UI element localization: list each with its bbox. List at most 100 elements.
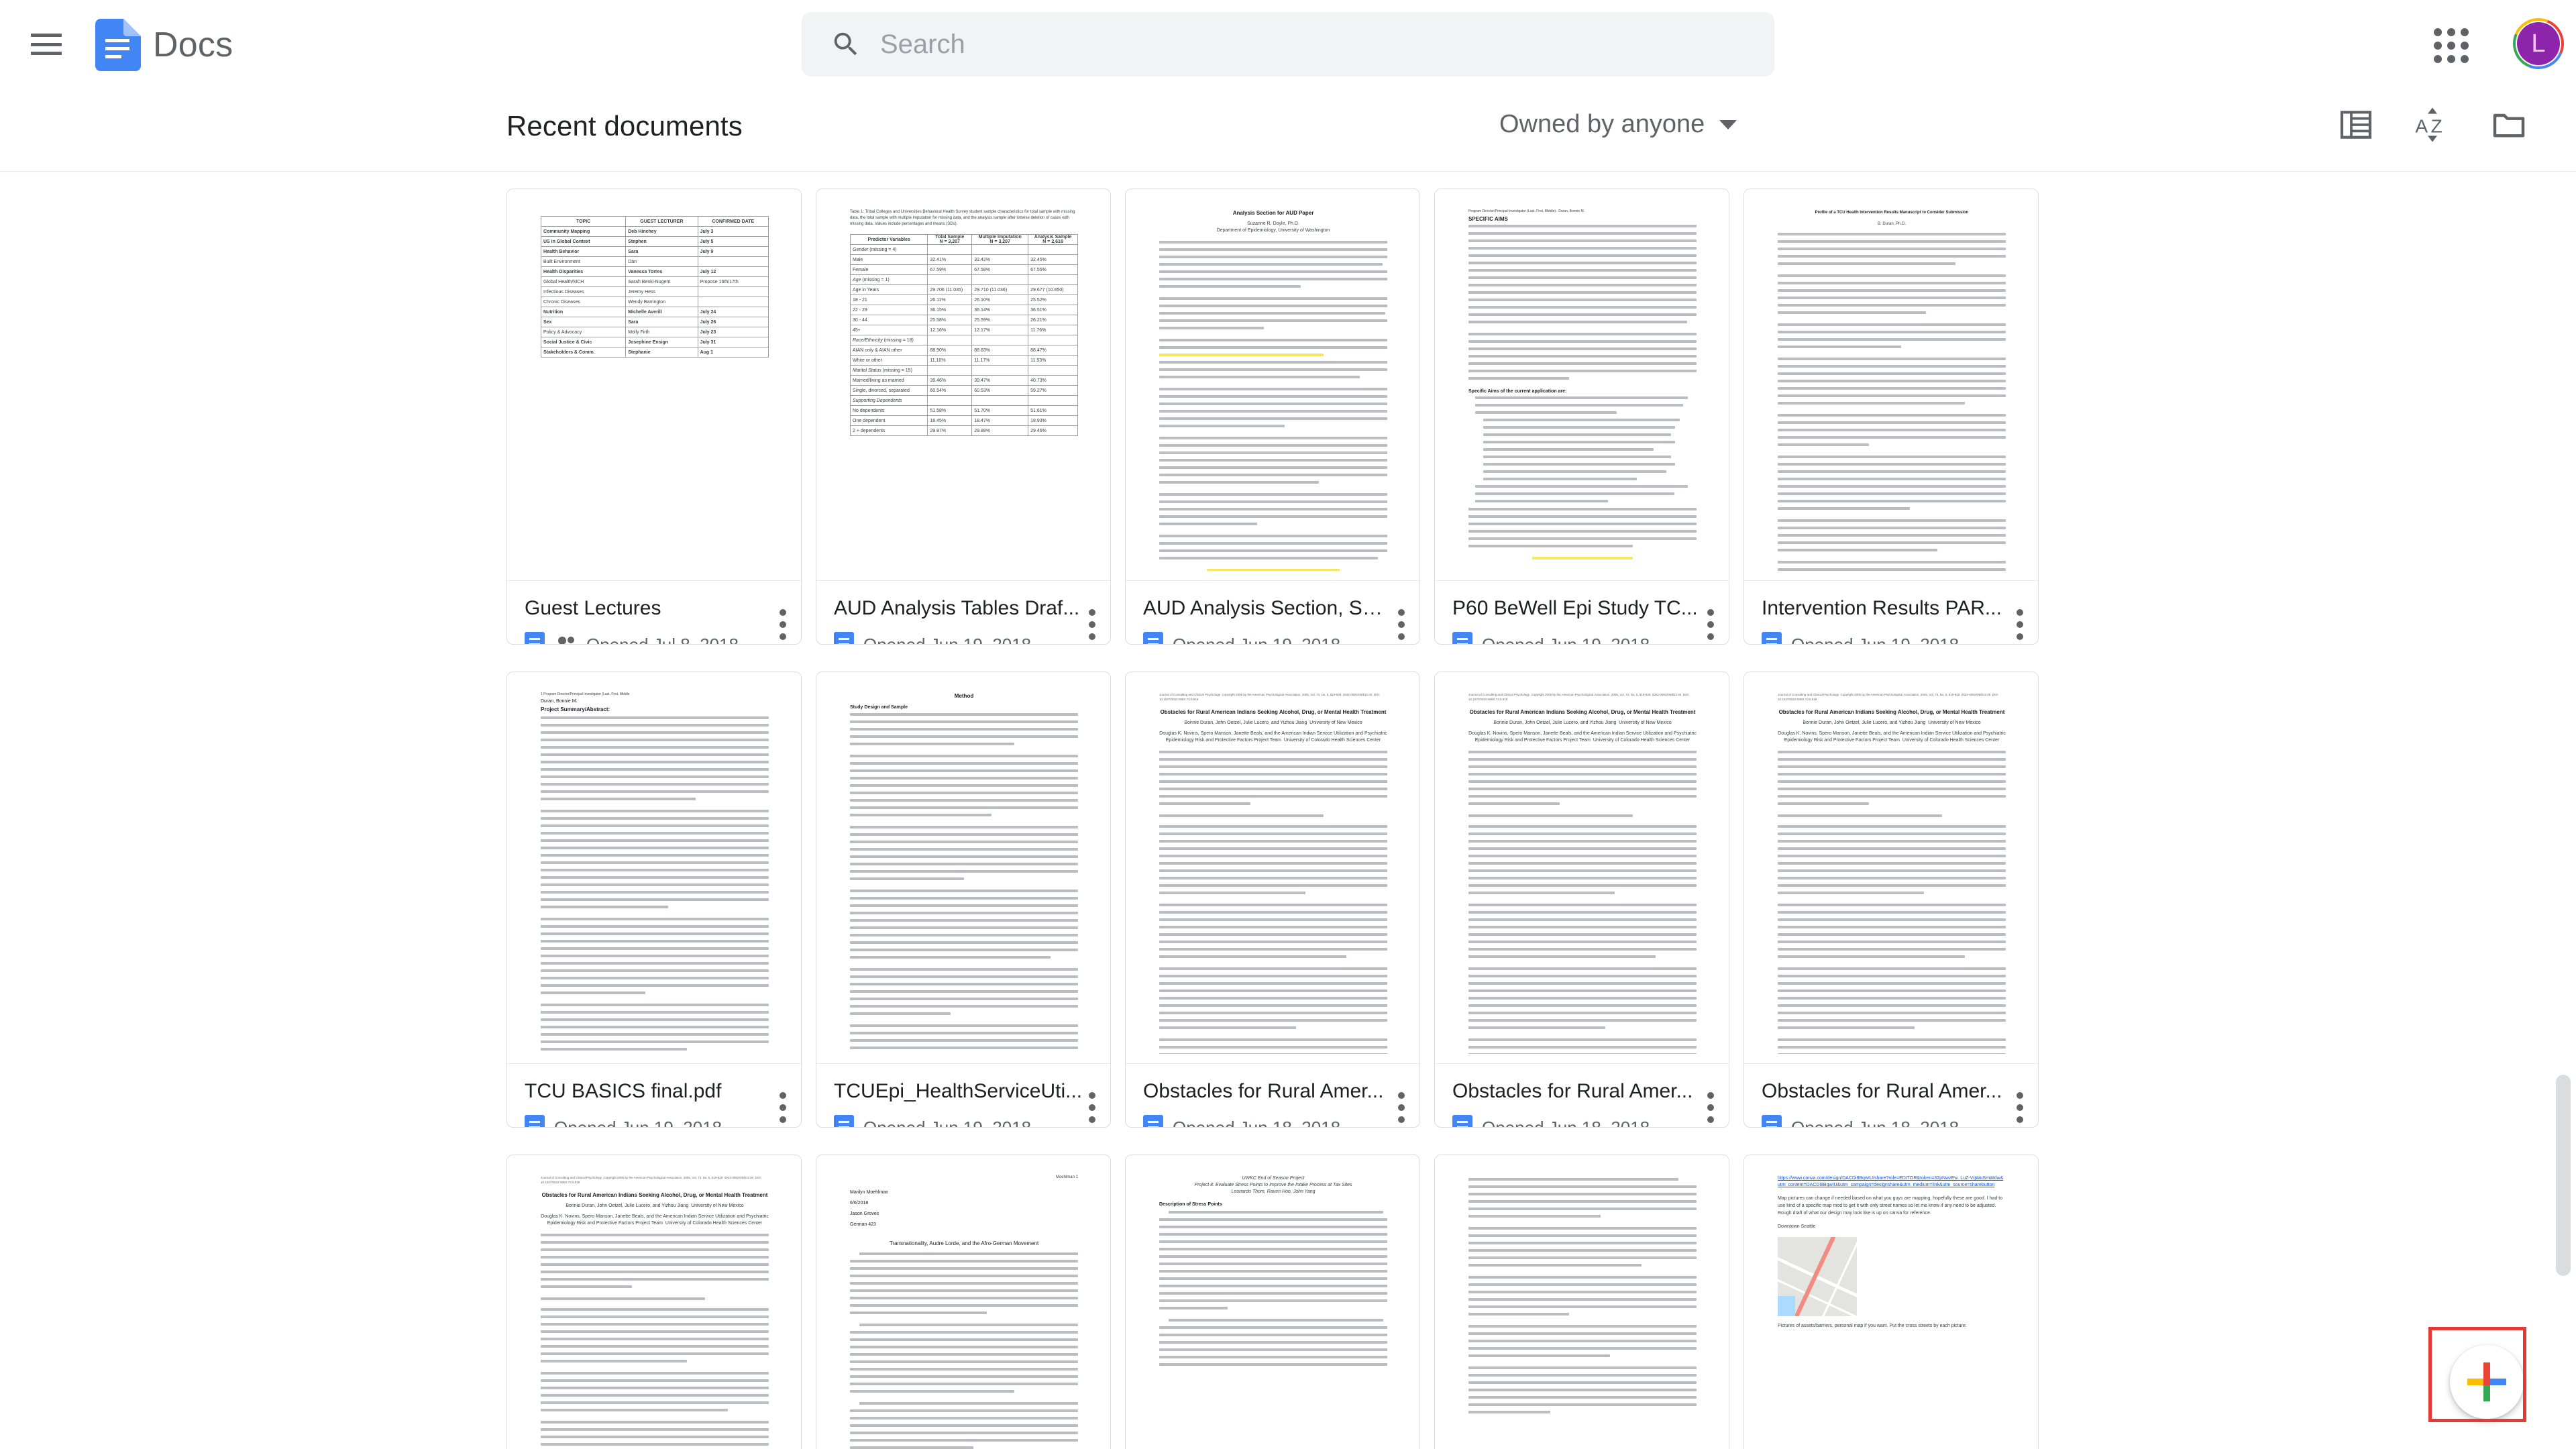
document-opened-date: Opened Jun 18, 2018: [1173, 1118, 1340, 1128]
document-title: Intervention Results PAR...: [1762, 596, 2011, 621]
document-opened-date: Opened Jun 19, 2018: [863, 1118, 1031, 1128]
document-thumbnail: Moehlman 1 Marilyn Moehlman6/6/2018Jason…: [816, 1155, 1110, 1449]
document-title: TCUEpi_HealthServiceUti...: [834, 1079, 1083, 1104]
document-more-options-button[interactable]: [1398, 1092, 1405, 1123]
toolbar-icon-group: A Z: [2337, 106, 2528, 144]
document-more-options-button[interactable]: [1707, 609, 1714, 640]
sort-az-icon[interactable]: A Z: [2414, 106, 2451, 144]
docs-file-icon: [525, 632, 545, 645]
owner-filter-dropdown[interactable]: Owned by anyone: [1499, 110, 1737, 139]
document-opened-date: Opened Jun 19, 2018: [1482, 635, 1650, 645]
document-title: Guest Lectures: [525, 596, 774, 621]
list-view-icon[interactable]: [2337, 106, 2375, 144]
document-card-footer: AUD Analysis Tables Draf... Opened Jun 1…: [816, 581, 1110, 645]
document-thumbnail: Journal of Consulting and Clinical Psych…: [1744, 672, 2038, 1064]
document-meta: Opened Jul 8, 2018: [525, 632, 785, 645]
document-title: AUD Analysis Section, SR...: [1143, 596, 1393, 621]
apps-grid-icon[interactable]: [2434, 28, 2469, 63]
document-card[interactable]: Journal of Consulting and Clinical Psych…: [1125, 672, 1420, 1128]
document-more-options-button[interactable]: [780, 609, 786, 640]
document-card-footer: P60 BeWell Epi Study TC... Opened Jun 19…: [1435, 581, 1729, 645]
account-avatar[interactable]: L: [2512, 17, 2565, 70]
document-title: Obstacles for Rural Amer...: [1762, 1079, 2011, 1104]
chevron-down-icon: [1719, 120, 1737, 129]
app-name: Docs: [153, 20, 233, 70]
search-input[interactable]: [880, 24, 1685, 64]
document-card[interactable]: [1434, 1155, 1729, 1449]
document-more-options-button[interactable]: [1089, 1092, 1095, 1123]
document-thumbnail: Table 1: Tribal Colleges and Universitie…: [816, 189, 1110, 581]
document-thumbnail: [1435, 1155, 1729, 1449]
document-more-options-button[interactable]: [1089, 609, 1095, 640]
document-card[interactable]: 1 Program Director/Principal Investigato…: [506, 672, 802, 1128]
docs-file-icon: [525, 1115, 545, 1128]
docs-file-icon: [1143, 1115, 1163, 1128]
document-card[interactable]: Moehlman 1 Marilyn Moehlman6/6/2018Jason…: [816, 1155, 1111, 1449]
document-thumbnail: Journal of Consulting and Clinical Psych…: [507, 1155, 801, 1449]
shared-people-icon: [554, 635, 577, 645]
thumbnail-paragraph: Map pictures can change if needed based …: [1778, 1195, 2006, 1217]
svg-text:A: A: [2415, 116, 2428, 137]
document-thumbnail: Program Director/Principal Investigator …: [1435, 189, 1729, 581]
scrollbar-thumb[interactable]: [2556, 1075, 2571, 1276]
document-card-footer: TCU BASICS final.pdf Opened Jun 19, 2018: [507, 1064, 801, 1128]
document-card[interactable]: https://www.canva.com/design/DACDi8BqwIU…: [1743, 1155, 2039, 1449]
document-card[interactable]: TOPICGUEST LECTURERCONFIRMED DATE Commun…: [506, 189, 802, 645]
docs-file-icon: [1143, 632, 1163, 645]
document-card[interactable]: UWKC End of Season Project Project 8: Ev…: [1125, 1155, 1420, 1449]
document-opened-date: Opened Jun 18, 2018: [1482, 1118, 1650, 1128]
search-bar[interactable]: [802, 12, 1774, 76]
document-meta: Opened Jun 19, 2018: [1143, 632, 1403, 645]
document-card[interactable]: Profile of a TCU Health Intervention Res…: [1743, 189, 2039, 645]
thumbnail-table: TOPICGUEST LECTURERCONFIRMED DATE Commun…: [541, 216, 769, 358]
document-more-options-button[interactable]: [780, 1092, 786, 1123]
document-thumbnail: Journal of Consulting and Clinical Psych…: [1126, 672, 1419, 1064]
document-card-footer: Obstacles for Rural Amer... Opened Jun 1…: [1435, 1064, 1729, 1128]
docs-file-icon: [834, 632, 854, 645]
document-thumbnail: TOPICGUEST LECTURERCONFIRMED DATE Commun…: [507, 189, 801, 581]
documents-grid: TOPICGUEST LECTURERCONFIRMED DATE Commun…: [506, 189, 2039, 1449]
documents-grid-area: TOPICGUEST LECTURERCONFIRMED DATE Commun…: [0, 172, 2576, 1449]
folder-icon[interactable]: [2490, 106, 2528, 144]
document-title: AUD Analysis Tables Draf...: [834, 596, 1083, 621]
svg-text:Z: Z: [2431, 116, 2443, 137]
document-card[interactable]: Analysis Section for AUD Paper Suzanne R…: [1125, 189, 1420, 645]
document-more-options-button[interactable]: [2017, 1092, 2023, 1123]
document-thumbnail: https://www.canva.com/design/DACDi8BqwIU…: [1744, 1155, 2038, 1449]
document-title: Obstacles for Rural Amer...: [1143, 1079, 1393, 1104]
document-card-footer: TCUEpi_HealthServiceUti... Opened Jun 19…: [816, 1064, 1110, 1128]
document-card[interactable]: Program Director/Principal Investigator …: [1434, 189, 1729, 645]
document-opened-date: Opened Jun 19, 2018: [863, 635, 1031, 645]
document-title: Obstacles for Rural Amer...: [1452, 1079, 1702, 1104]
document-meta: Opened Jun 19, 2018: [834, 632, 1094, 645]
document-card[interactable]: Journal of Consulting and Clinical Psych…: [506, 1155, 802, 1449]
page-title: Recent documents: [506, 110, 743, 142]
document-meta: Opened Jun 19, 2018: [1762, 632, 2022, 645]
main-menu-icon[interactable]: [31, 34, 62, 55]
page-scrollbar[interactable]: [2552, 172, 2576, 1449]
document-opened-date: Opened Jun 18, 2018: [1791, 1118, 1959, 1128]
docs-file-icon: [834, 1115, 854, 1128]
document-opened-date: Opened Jul 8, 2018: [586, 635, 739, 645]
document-meta: Opened Jun 18, 2018: [1143, 1115, 1403, 1128]
owner-filter-label: Owned by anyone: [1499, 110, 1705, 139]
document-more-options-button[interactable]: [1707, 1092, 1714, 1123]
document-meta: Opened Jun 19, 2018: [834, 1115, 1094, 1128]
document-more-options-button[interactable]: [2017, 609, 2023, 640]
document-thumbnail: UWKC End of Season Project Project 8: Ev…: [1126, 1155, 1419, 1449]
thumbnail-link: https://www.canva.com/design/DACDi8BqwIU…: [1778, 1175, 2006, 1189]
document-card[interactable]: Journal of Consulting and Clinical Psych…: [1434, 672, 1729, 1128]
document-card-footer: Obstacles for Rural Amer... Opened Jun 1…: [1744, 1064, 2038, 1128]
document-opened-date: Opened Jun 19, 2018: [554, 1118, 722, 1128]
document-card[interactable]: Method Study Design and Sample: [816, 672, 1111, 1128]
document-meta: Opened Jun 18, 2018: [1452, 1115, 1713, 1128]
document-card-footer: Guest Lectures Opened Jul 8, 2018: [507, 581, 801, 645]
documents-toolbar: Recent documents Owned by anyone A Z: [0, 87, 2576, 172]
document-card[interactable]: Table 1: Tribal Colleges and Universitie…: [816, 189, 1111, 645]
document-meta: Opened Jun 19, 2018: [525, 1115, 785, 1128]
document-more-options-button[interactable]: [1398, 609, 1405, 640]
document-card-footer: Obstacles for Rural Amer... Opened Jun 1…: [1126, 1064, 1419, 1128]
thumbnail-footer: Pictures of assets/barriers, personal ma…: [1778, 1322, 2006, 1330]
docs-file-icon: [1762, 632, 1782, 645]
document-card[interactable]: Journal of Consulting and Clinical Psych…: [1743, 672, 2039, 1128]
